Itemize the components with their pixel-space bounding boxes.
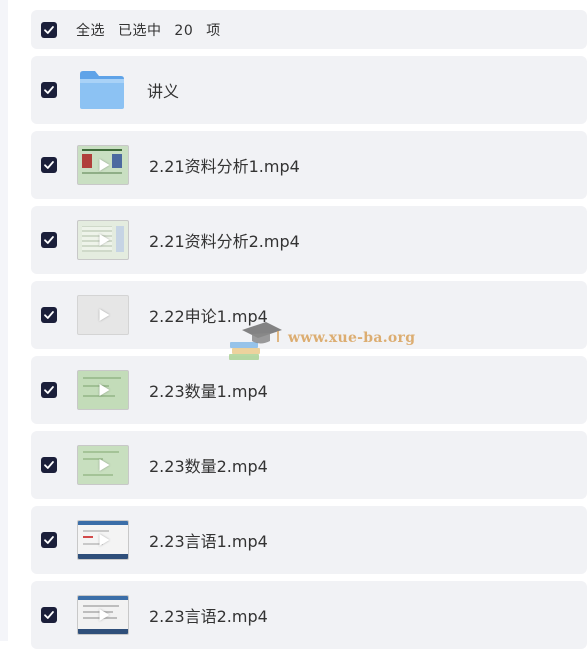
video-thumbnail-icon [77, 220, 129, 260]
list-item[interactable]: 2.21资料分析2.mp4 [31, 206, 587, 274]
file-list: 全选 已选中 20 项 讲义 2.21资料分析1.mp4 2.21资料分析2.m… [31, 10, 587, 656]
video-thumbnail-icon [77, 145, 129, 185]
list-item[interactable]: 2.23数量1.mp4 [31, 356, 587, 424]
checkmark-icon [44, 536, 54, 544]
checkmark-icon [44, 311, 54, 319]
play-icon [99, 609, 110, 621]
play-icon [99, 459, 110, 471]
list-item[interactable]: 2.23数量2.mp4 [31, 431, 587, 499]
file-name[interactable]: 2.23数量1.mp4 [149, 378, 268, 402]
select-all-checkbox[interactable] [41, 21, 57, 38]
folder-icon [77, 71, 127, 109]
selection-summary: 全选 已选中 20 项 [76, 20, 229, 40]
video-thumbnail-icon [77, 595, 129, 635]
row-checkbox[interactable] [41, 82, 57, 98]
play-icon [99, 234, 110, 246]
row-checkbox[interactable] [41, 382, 57, 398]
row-checkbox[interactable] [41, 307, 57, 323]
checkmark-icon [44, 461, 54, 469]
list-item[interactable]: 2.23言语1.mp4 [31, 506, 587, 574]
checkmark-icon [44, 386, 54, 394]
row-checkbox[interactable] [41, 607, 57, 623]
selected-suffix: 项 [206, 22, 221, 39]
select-all-label[interactable]: 全选 [76, 23, 105, 39]
list-item[interactable]: 讲义 [31, 56, 587, 124]
checkmark-icon [44, 236, 54, 244]
video-thumbnail-icon [77, 520, 129, 560]
play-icon [99, 384, 110, 396]
row-checkbox[interactable] [41, 532, 57, 548]
video-thumbnail-icon [77, 295, 129, 335]
file-name[interactable]: 讲义 [147, 78, 179, 102]
file-name[interactable]: 2.23数量2.mp4 [149, 453, 268, 477]
list-item[interactable]: 2.23言语2.mp4 [31, 581, 587, 649]
file-name[interactable]: 2.22申论1.mp4 [149, 303, 268, 327]
list-item[interactable]: 2.21资料分析1.mp4 [31, 131, 587, 199]
file-name[interactable]: 2.23言语1.mp4 [149, 528, 268, 552]
list-item[interactable]: 2.22申论1.mp4 [31, 281, 587, 349]
checkmark-icon [44, 161, 54, 169]
row-checkbox[interactable] [41, 157, 57, 173]
play-icon [99, 159, 110, 171]
play-icon [99, 309, 110, 321]
video-thumbnail-icon [77, 445, 129, 485]
file-name[interactable]: 2.21资料分析2.mp4 [149, 228, 300, 252]
selected-prefix: 已选中 [117, 22, 162, 39]
row-checkbox[interactable] [41, 232, 57, 248]
file-name[interactable]: 2.21资料分析1.mp4 [149, 153, 300, 177]
checkmark-icon [44, 25, 54, 34]
video-thumbnail-icon [77, 370, 129, 410]
file-name[interactable]: 2.23言语2.mp4 [149, 603, 268, 627]
row-checkbox[interactable] [41, 457, 57, 473]
left-rail [0, 0, 8, 641]
selected-count: 20 [174, 22, 194, 39]
play-icon [99, 534, 110, 546]
checkmark-icon [44, 86, 54, 94]
checkmark-icon [44, 611, 54, 619]
select-all-bar: 全选 已选中 20 项 [31, 10, 587, 49]
